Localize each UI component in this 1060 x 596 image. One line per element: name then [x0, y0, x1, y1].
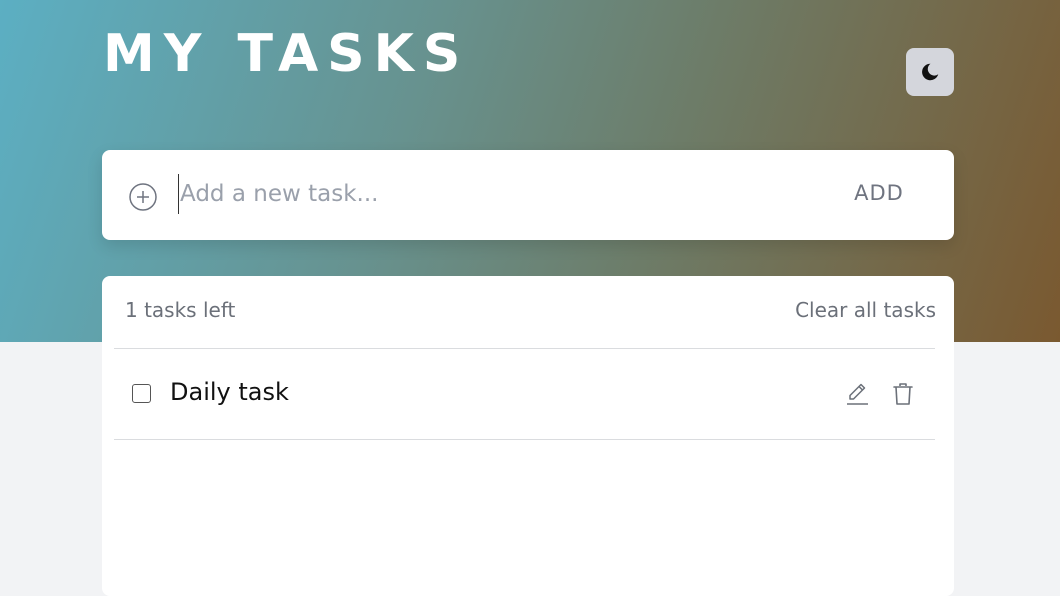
task-text: Daily task	[170, 378, 289, 406]
delete-task-button[interactable]	[889, 380, 917, 408]
plus-circle-icon[interactable]	[128, 182, 158, 212]
pencil-icon	[847, 383, 868, 405]
tasks-left-count: 1 tasks left	[125, 298, 236, 322]
theme-toggle-button[interactable]	[906, 48, 954, 96]
task-list-card	[102, 276, 954, 596]
edit-task-button[interactable]	[843, 380, 871, 408]
clear-all-tasks-button[interactable]: Clear all tasks	[770, 296, 936, 324]
divider	[114, 348, 935, 349]
page-title: MY TASKS	[103, 24, 470, 84]
trash-icon	[893, 383, 913, 405]
task-checkbox[interactable]	[132, 384, 151, 403]
add-task-button[interactable]: ADD	[846, 176, 912, 210]
divider	[114, 439, 935, 440]
moon-icon	[922, 63, 939, 81]
new-task-input[interactable]	[178, 174, 818, 214]
